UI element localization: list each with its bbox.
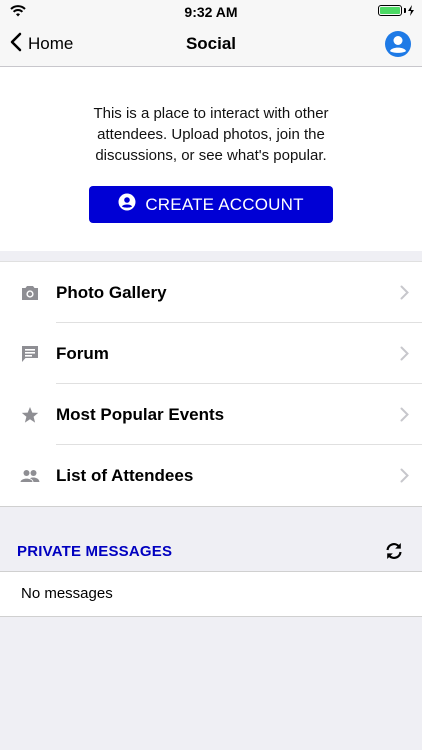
status-bar: 9:32 AM xyxy=(0,0,422,22)
battery-icon xyxy=(378,5,414,16)
people-icon xyxy=(0,469,56,483)
intro-text: This is a place to interact with other a… xyxy=(93,105,329,164)
private-messages-empty: No messages xyxy=(0,572,422,617)
menu-item-list-of-attendees[interactable]: List of Attendees xyxy=(0,445,422,506)
chevron-right-icon xyxy=(386,285,422,300)
profile-icon[interactable] xyxy=(384,30,412,58)
create-account-label: CREATE ACCOUNT xyxy=(145,194,304,214)
back-button[interactable]: Home xyxy=(10,22,73,66)
section-divider xyxy=(0,251,422,261)
menu-item-forum[interactable]: Forum xyxy=(0,323,422,384)
menu-item-photo-gallery[interactable]: Photo Gallery xyxy=(0,262,422,323)
create-account-button[interactable]: CREATE ACCOUNT xyxy=(89,186,333,223)
back-button-label: Home xyxy=(28,34,74,53)
navigation-bar: Home Social xyxy=(0,22,422,67)
chevron-right-icon xyxy=(386,407,422,422)
intro-section: This is a place to interact with other a… xyxy=(0,67,422,251)
social-menu: Photo Gallery Forum Most Popular Events … xyxy=(0,261,422,507)
menu-item-label: Photo Gallery xyxy=(56,282,167,302)
message-icon xyxy=(0,345,56,363)
menu-item-label: List of Attendees xyxy=(56,465,194,485)
status-time: 9:32 AM xyxy=(184,4,238,20)
refresh-icon[interactable] xyxy=(382,539,406,563)
chevron-right-icon xyxy=(386,468,422,483)
private-messages-header: PRIVATE MESSAGES xyxy=(0,531,422,572)
menu-item-most-popular-events[interactable]: Most Popular Events xyxy=(0,384,422,445)
private-messages-title: PRIVATE MESSAGES xyxy=(17,542,173,560)
chevron-right-icon xyxy=(386,346,422,361)
menu-item-label: Forum xyxy=(56,343,109,363)
star-icon xyxy=(0,406,56,424)
account-circle-icon xyxy=(118,193,136,216)
menu-item-label: Most Popular Events xyxy=(56,404,225,424)
section-divider xyxy=(0,507,422,531)
camera-icon xyxy=(0,285,56,301)
chevron-left-icon xyxy=(10,32,22,57)
